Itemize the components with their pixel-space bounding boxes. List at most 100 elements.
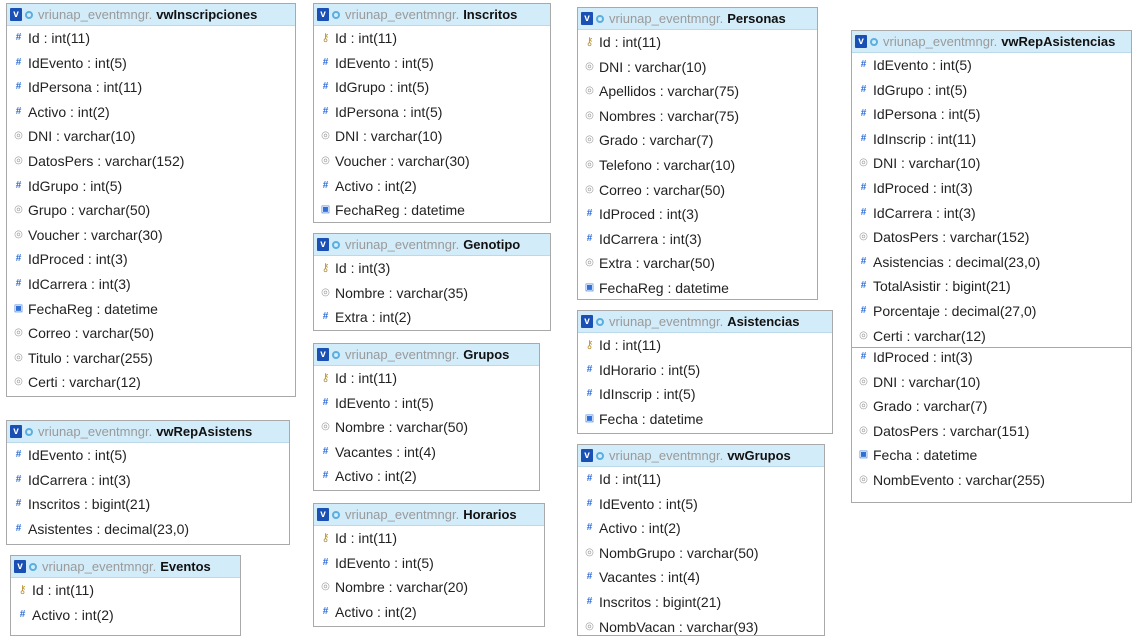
table-header[interactable]: v vriunap_eventmngr. Inscritos <box>314 4 550 26</box>
column-row[interactable]: # IdGrupo : int(5) <box>7 174 295 199</box>
column-row[interactable]: ◎ NombEvento : varchar(255) <box>852 468 1131 493</box>
table-header[interactable]: v vriunap_eventmngr. Personas <box>578 8 817 30</box>
column-row[interactable]: # Id : int(11) <box>7 26 295 51</box>
view-toggle-icon[interactable]: v <box>855 35 867 48</box>
column-row[interactable]: ◎ Correo : varchar(50) <box>578 178 817 203</box>
column-row[interactable]: ◎ DNI : varchar(10) <box>578 55 817 80</box>
view-toggle-icon[interactable]: v <box>581 12 593 25</box>
column-row[interactable]: # Extra : int(2) <box>314 305 550 330</box>
column-row[interactable]: # IdEvento : int(5) <box>314 551 544 576</box>
table-vwRepAsistens[interactable]: v vriunap_eventmngr. vwRepAsistens # IdEvent… <box>6 420 290 545</box>
options-icon[interactable] <box>596 14 604 23</box>
column-row[interactable]: ◎ Correo : varchar(50) <box>7 321 295 346</box>
column-row[interactable]: ◎ Nombre : varchar(50) <box>314 415 539 440</box>
column-row[interactable]: ▣ FechaReg : datetime <box>578 276 817 299</box>
column-row[interactable]: ◎ Extra : varchar(50) <box>578 251 817 276</box>
column-row[interactable]: ◎ Certi : varchar(12) <box>7 370 295 395</box>
column-row[interactable]: # IdCarrera : int(3) <box>7 272 295 297</box>
options-icon[interactable] <box>25 427 33 436</box>
column-row[interactable]: # IdEvento : int(5) <box>7 51 295 76</box>
column-row[interactable]: ◎ DNI : varchar(10) <box>852 151 1131 176</box>
table-header[interactable]: v vriunap_eventmngr. Asistencias <box>578 311 832 333</box>
column-row[interactable]: # IdInscrip : int(5) <box>578 382 832 407</box>
options-icon[interactable] <box>332 350 340 359</box>
column-row[interactable]: # Porcentaje : decimal(27,0) <box>852 299 1131 324</box>
column-row[interactable]: # IdProced : int(3) <box>852 345 1131 370</box>
column-row[interactable]: ◎ NombGrupo : varchar(50) <box>578 541 824 566</box>
column-row[interactable]: ◎ Telefono : varchar(10) <box>578 153 817 178</box>
column-row[interactable]: # IdGrupo : int(5) <box>314 75 550 100</box>
table-Personas[interactable]: v vriunap_eventmngr. Personas ⚷ Id : int(11)… <box>577 7 818 300</box>
column-row[interactable]: ◎ DNI : varchar(10) <box>7 124 295 149</box>
column-row[interactable]: ◎ DNI : varchar(10) <box>852 370 1131 395</box>
column-row[interactable]: ⚷ Id : int(11) <box>314 526 544 551</box>
table-vwRepAsistencias[interactable]: v vriunap_eventmngr. vwRepAsistencias # IdEv… <box>851 30 1132 348</box>
table-vwInscripciones[interactable]: v vriunap_eventmngr. vwInscripciones # Id : … <box>6 3 296 397</box>
column-row[interactable]: ◎ Grado : varchar(7) <box>578 128 817 153</box>
table-Grupos[interactable]: v vriunap_eventmngr. Grupos ⚷ Id : int(11) # I… <box>313 343 540 491</box>
view-toggle-icon[interactable]: v <box>317 348 329 361</box>
column-row[interactable]: ▣ FechaReg : datetime <box>7 297 295 322</box>
column-row[interactable]: ▣ Fecha : datetime <box>578 407 832 432</box>
column-row[interactable]: # IdEvento : int(5) <box>314 51 550 76</box>
column-row[interactable]: # IdPersona : int(11) <box>7 75 295 100</box>
options-icon[interactable] <box>332 240 340 249</box>
column-row[interactable]: ◎ Titulo : varchar(255) <box>7 346 295 371</box>
column-row[interactable]: ◎ Voucher : varchar(30) <box>314 149 550 174</box>
column-row[interactable]: # IdPersona : int(5) <box>314 100 550 125</box>
view-toggle-icon[interactable]: v <box>317 508 329 521</box>
column-row[interactable]: ◎ NombVacan : varchar(93) <box>578 615 824 635</box>
column-row[interactable]: ◎ Nombre : varchar(20) <box>314 575 544 600</box>
table-header[interactable]: v vriunap_eventmngr. vwInscripciones <box>7 4 295 26</box>
view-toggle-icon[interactable]: v <box>317 8 329 21</box>
column-row[interactable]: # IdEvento : int(5) <box>852 53 1131 78</box>
column-row[interactable]: # IdEvento : int(5) <box>7 443 289 468</box>
table-Genotipo[interactable]: v vriunap_eventmngr. Genotipo ⚷ Id : int(3) ◎… <box>313 233 551 331</box>
column-row[interactable]: ▣ Fecha : datetime <box>852 443 1131 468</box>
column-row[interactable]: ⚷ Id : int(11) <box>578 333 832 358</box>
column-row[interactable]: # Activo : int(2) <box>11 603 240 628</box>
view-toggle-icon[interactable]: v <box>581 449 593 462</box>
column-row[interactable]: # Inscritos : bigint(21) <box>578 590 824 615</box>
column-row[interactable]: ◎ Voucher : varchar(30) <box>7 223 295 248</box>
column-row[interactable]: ▣ FechaReg : datetime <box>314 198 550 222</box>
column-row[interactable]: # IdProced : int(3) <box>578 202 817 227</box>
column-row[interactable]: # IdEvento : int(5) <box>578 492 824 517</box>
table-Inscritos[interactable]: v vriunap_eventmngr. Inscritos ⚷ Id : int(11… <box>313 3 551 223</box>
options-icon[interactable] <box>596 451 604 460</box>
view-toggle-icon[interactable]: v <box>10 425 22 438</box>
column-row[interactable]: ⚷ Id : int(11) <box>314 366 539 391</box>
table-header[interactable]: v vriunap_eventmngr. Horarios <box>314 504 544 526</box>
table-header[interactable]: v vriunap_eventmngr. Genotipo <box>314 234 550 256</box>
column-row[interactable]: # Inscritos : bigint(21) <box>7 492 289 517</box>
column-row[interactable]: ◎ Nombre : varchar(35) <box>314 281 550 306</box>
column-row[interactable]: ◎ Nombres : varchar(75) <box>578 104 817 129</box>
column-row[interactable]: # IdPersona : int(5) <box>852 102 1131 127</box>
column-row[interactable]: ◎ Grupo : varchar(50) <box>7 198 295 223</box>
column-row[interactable]: # IdCarrera : int(3) <box>578 227 817 252</box>
column-row[interactable]: ◎ Certi : varchar(12) <box>852 324 1131 347</box>
options-icon[interactable] <box>332 510 340 519</box>
view-toggle-icon[interactable]: v <box>581 315 593 328</box>
options-icon[interactable] <box>332 10 340 19</box>
column-row[interactable]: # TotalAsistir : bigint(21) <box>852 274 1131 299</box>
column-row[interactable]: ⚷ Id : int(11) <box>314 26 550 51</box>
view-toggle-icon[interactable]: v <box>14 560 26 573</box>
column-row[interactable]: # IdProced : int(3) <box>7 247 295 272</box>
column-row[interactable]: # IdCarrera : int(3) <box>852 201 1131 226</box>
column-row[interactable]: # Vacantes : int(4) <box>578 565 824 590</box>
table-Asistencias[interactable]: v vriunap_eventmngr. Asistencias ⚷ Id : int(… <box>577 310 833 434</box>
column-row[interactable]: # IdCarrera : int(3) <box>7 468 289 493</box>
column-row[interactable]: ⚷ Id : int(11) <box>578 30 817 55</box>
options-icon[interactable] <box>870 37 878 46</box>
view-toggle-icon[interactable]: v <box>10 8 22 21</box>
column-row[interactable]: # IdEvento : int(5) <box>314 391 539 416</box>
column-row[interactable]: ◎ DatosPers : varchar(152) <box>7 149 295 174</box>
column-row[interactable]: # Activo : int(2) <box>314 600 544 625</box>
column-row[interactable]: ⚷ Id : int(11) <box>11 578 240 603</box>
table-Horarios[interactable]: v vriunap_eventmngr. Horarios ⚷ Id : int(11)… <box>313 503 545 627</box>
table-header[interactable]: v vriunap_eventmngr. Grupos <box>314 344 539 366</box>
table-header[interactable]: v vriunap_eventmngr. vwGrupos <box>578 445 824 467</box>
column-row[interactable]: # Asistencias : decimal(23,0) <box>852 250 1131 275</box>
column-row[interactable]: # Activo : int(2) <box>7 100 295 125</box>
